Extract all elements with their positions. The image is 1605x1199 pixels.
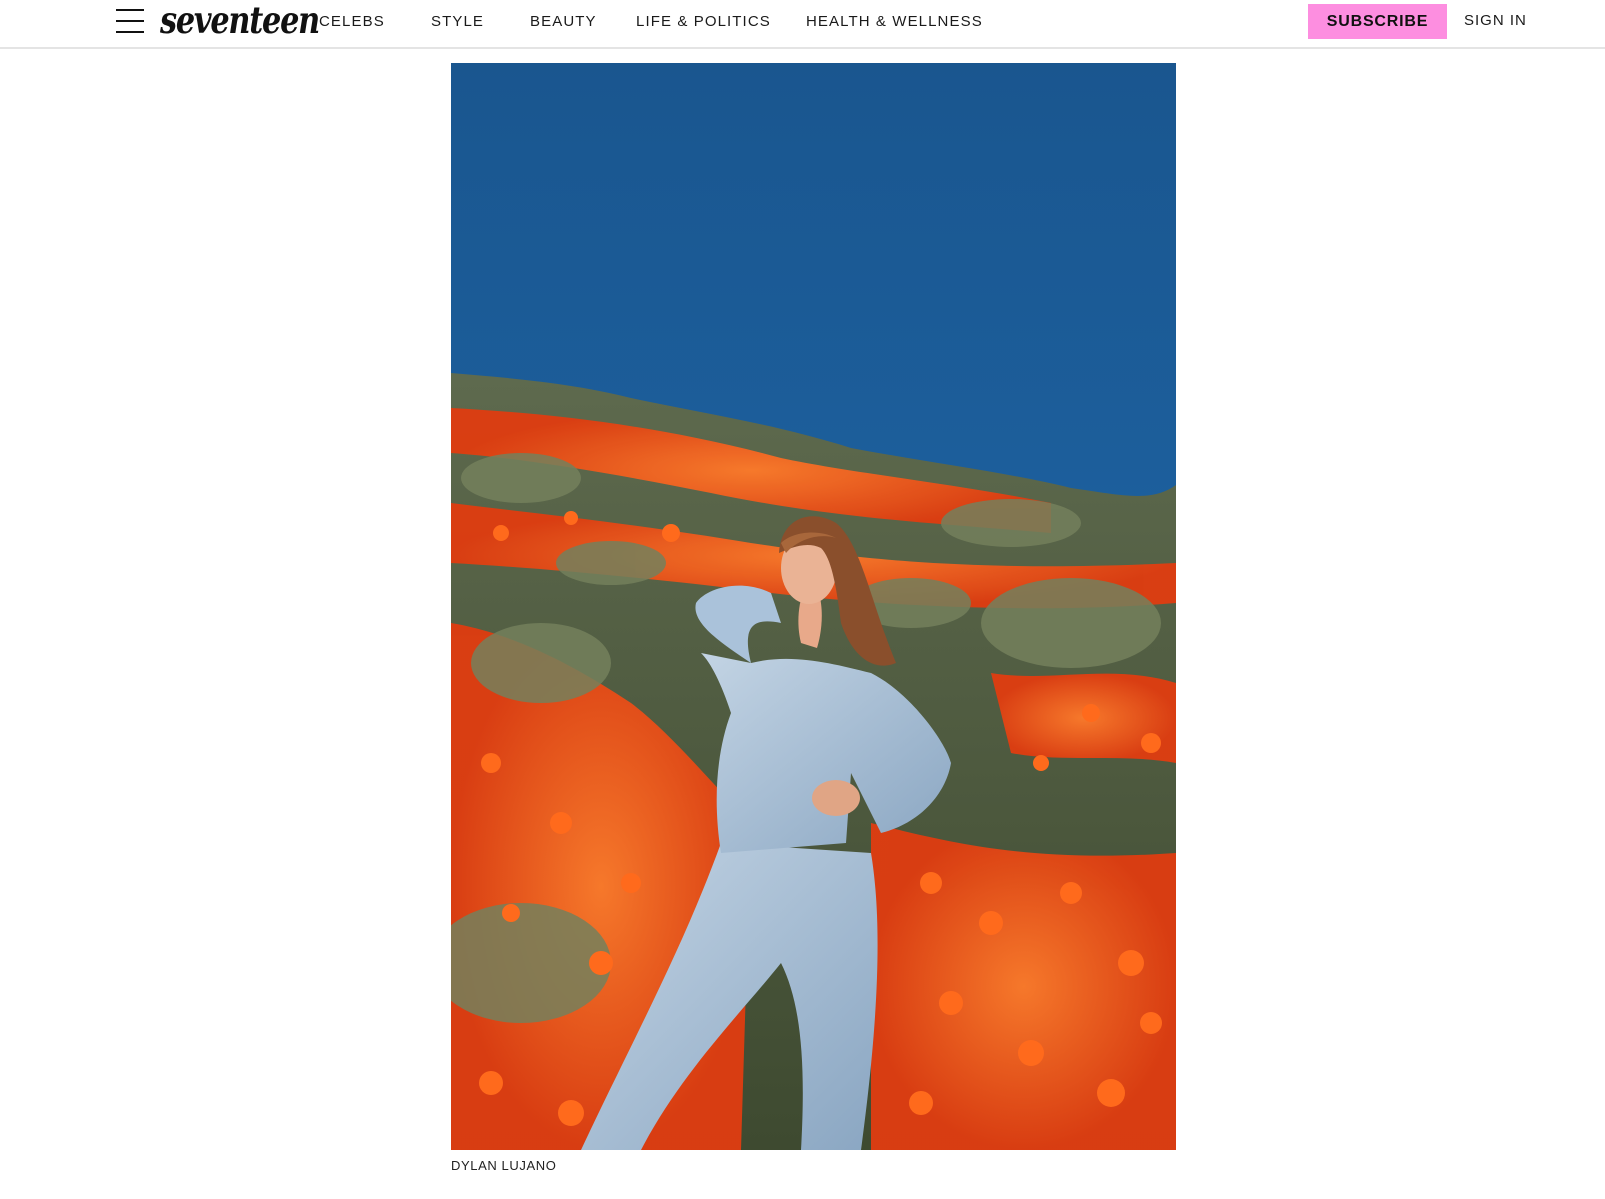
site-header: seventeen CELEBS STYLE BEAUTY LIFE & POL… [0,0,1605,49]
nav-item-life-politics[interactable]: LIFE & POLITICS [636,13,771,30]
site-logo[interactable]: seventeen [160,0,320,42]
photo-credit: DYLAN LUJANO [451,1158,557,1173]
sign-in-link[interactable]: SIGN IN [1464,12,1527,29]
hamburger-menu-icon[interactable] [114,6,146,36]
hero-photo [451,63,1176,1150]
nav-item-health-wellness[interactable]: HEALTH & WELLNESS [806,13,983,30]
subscribe-button[interactable]: SUBSCRIBE [1308,4,1447,39]
nav-item-celebs[interactable]: CELEBS [319,13,385,30]
nav-item-beauty[interactable]: BEAUTY [530,13,597,30]
hero-photo-illustration [451,63,1176,1150]
nav-item-style[interactable]: STYLE [431,13,484,30]
